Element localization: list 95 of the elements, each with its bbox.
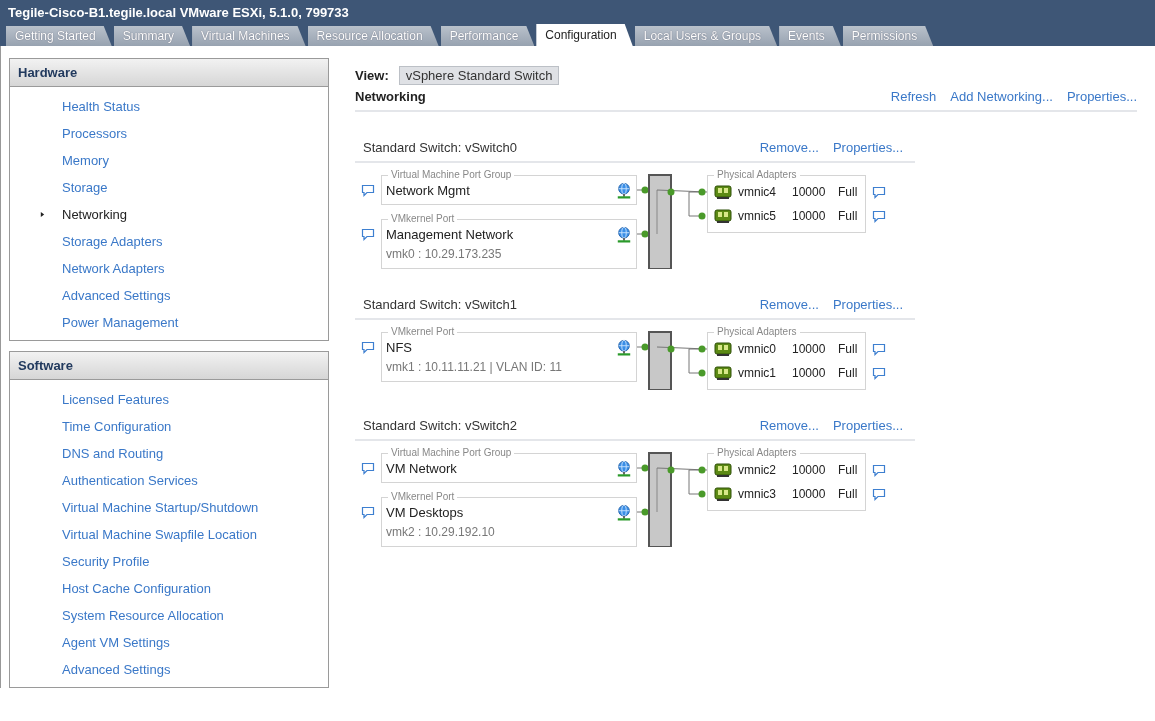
comment-icon[interactable] bbox=[872, 209, 887, 223]
adapter-duplex: Full bbox=[838, 342, 858, 356]
window-title: Tegile-Cisco-B1.tegile.local VMware ESXi, 5.1.0, 799733 bbox=[8, 5, 349, 20]
comment-icon[interactable] bbox=[872, 463, 887, 477]
sidebar-link[interactable]: Memory bbox=[62, 153, 109, 168]
adapters-label: Physical Adapters bbox=[714, 169, 800, 181]
comment-icon[interactable] bbox=[361, 341, 375, 354]
sidebar-link[interactable]: Health Status bbox=[62, 99, 141, 114]
sidebar-link[interactable]: Agent VM Settings bbox=[62, 635, 170, 650]
sidebar-link[interactable]: Storage Adapters bbox=[62, 234, 163, 249]
comment-icon[interactable] bbox=[872, 366, 887, 380]
comment-icon[interactable] bbox=[361, 184, 375, 197]
port-group-label: VMkernel Port bbox=[388, 491, 458, 503]
sidebar-link[interactable]: Virtual Machine Startup/Shutdown bbox=[62, 500, 259, 515]
action-link[interactable]: Properties... bbox=[1066, 89, 1137, 104]
network-card-icon bbox=[714, 342, 732, 356]
action-link[interactable]: Add Networking... bbox=[950, 89, 1053, 104]
globe-icon bbox=[616, 459, 632, 477]
adapter-speed: 10000 bbox=[792, 342, 827, 356]
adapter-name: vmnic4 bbox=[738, 185, 777, 199]
port-name: VM Network bbox=[386, 460, 457, 476]
sidebar-link[interactable]: Licensed Features bbox=[62, 392, 169, 407]
sidebar-link[interactable]: Virtual Machine Swapfile Location bbox=[62, 527, 257, 542]
action-link[interactable]: Remove... bbox=[759, 140, 819, 155]
panel-header: Software bbox=[10, 352, 328, 380]
sidebar-link[interactable]: Power Management bbox=[62, 315, 179, 330]
globe-icon bbox=[616, 503, 632, 521]
action-link[interactable]: Refresh bbox=[890, 89, 937, 104]
adapter-name: vmnic1 bbox=[738, 366, 777, 380]
adapter-duplex: Full bbox=[838, 463, 858, 477]
panel-header: Hardware bbox=[10, 59, 328, 87]
port-group-label: Virtual Machine Port Group bbox=[388, 169, 515, 181]
port-group-label: VMkernel Port bbox=[388, 213, 458, 225]
comment-icon[interactable] bbox=[361, 462, 375, 475]
sidebar-link[interactable]: Advanced Settings bbox=[62, 288, 171, 303]
port-name: VM Desktops bbox=[386, 504, 464, 520]
adapter-speed: 10000 bbox=[792, 209, 827, 223]
sidebar-link[interactable]: Security Profile bbox=[62, 554, 150, 569]
adapter-name: vmnic0 bbox=[738, 342, 777, 356]
network-card-icon bbox=[714, 366, 732, 380]
action-link[interactable]: Remove... bbox=[759, 297, 819, 312]
sidebar-link[interactable]: Advanced Settings bbox=[62, 662, 171, 677]
sidebar-link[interactable]: Authentication Services bbox=[62, 473, 198, 488]
adapter-speed: 10000 bbox=[792, 185, 827, 199]
globe-icon bbox=[616, 225, 632, 243]
globe-icon bbox=[616, 338, 632, 356]
network-card-icon bbox=[714, 487, 732, 501]
action-link[interactable]: Properties... bbox=[832, 297, 903, 312]
switch-title: Standard Switch: vSwitch0 bbox=[363, 140, 517, 155]
switch-title: Standard Switch: vSwitch1 bbox=[363, 297, 517, 312]
sidebar-link[interactable]: Host Cache Configuration bbox=[62, 581, 211, 596]
switch-title: Standard Switch: vSwitch2 bbox=[363, 418, 517, 433]
adapter-duplex: Full bbox=[838, 209, 858, 223]
sidebar-link[interactable]: Network Adapters bbox=[62, 261, 165, 276]
network-card-icon bbox=[714, 185, 732, 199]
network-card-icon bbox=[714, 463, 732, 477]
port-address: vmk2 : 10.29.192.10 bbox=[386, 525, 495, 539]
port-name: Network Mgmt bbox=[386, 182, 470, 198]
port-group-label: Virtual Machine Port Group bbox=[388, 447, 515, 459]
adapter-duplex: Full bbox=[838, 185, 858, 199]
comment-icon[interactable] bbox=[872, 185, 887, 199]
adapter-name: vmnic2 bbox=[738, 463, 777, 477]
port-address: vmk0 : 10.29.173.235 bbox=[386, 247, 502, 261]
sidebar-link[interactable]: Storage bbox=[62, 180, 108, 195]
sidebar-link[interactable]: DNS and Routing bbox=[62, 446, 164, 461]
view-selector[interactable]: vSphere Standard Switch bbox=[398, 66, 560, 85]
action-link[interactable]: Remove... bbox=[759, 418, 819, 433]
sidebar-link[interactable]: Networking bbox=[62, 207, 128, 222]
port-name: Management Network bbox=[386, 226, 514, 242]
adapters-label: Physical Adapters bbox=[714, 326, 800, 338]
port-group-label: VMkernel Port bbox=[388, 326, 458, 338]
adapter-speed: 10000 bbox=[792, 463, 827, 477]
sidebar-link[interactable]: Processors bbox=[62, 126, 128, 141]
section-title: Networking bbox=[355, 89, 426, 104]
action-link[interactable]: Properties... bbox=[832, 418, 903, 433]
adapter-name: vmnic5 bbox=[738, 209, 777, 223]
comment-icon[interactable] bbox=[872, 487, 887, 501]
comment-icon[interactable] bbox=[361, 228, 375, 241]
action-link[interactable]: Properties... bbox=[832, 140, 903, 155]
view-label: View: bbox=[355, 68, 389, 83]
sidebar-link[interactable]: System Resource Allocation bbox=[62, 608, 224, 623]
network-card-icon bbox=[714, 209, 732, 223]
comment-icon[interactable] bbox=[361, 506, 375, 519]
tab[interactable]: Configuration bbox=[536, 24, 633, 46]
globe-icon bbox=[616, 181, 632, 199]
adapter-speed: 10000 bbox=[792, 366, 827, 380]
comment-icon[interactable] bbox=[872, 342, 887, 356]
adapter-name: vmnic3 bbox=[738, 487, 777, 501]
sidebar-link[interactable]: Time Configuration bbox=[62, 419, 172, 434]
port-address: vmk1 : 10.11.11.21 | VLAN ID: 11 bbox=[386, 360, 562, 374]
adapters-label: Physical Adapters bbox=[714, 447, 800, 459]
port-name: NFS bbox=[386, 339, 412, 355]
adapter-duplex: Full bbox=[838, 487, 858, 501]
adapter-speed: 10000 bbox=[792, 487, 827, 501]
adapter-duplex: Full bbox=[838, 366, 858, 380]
